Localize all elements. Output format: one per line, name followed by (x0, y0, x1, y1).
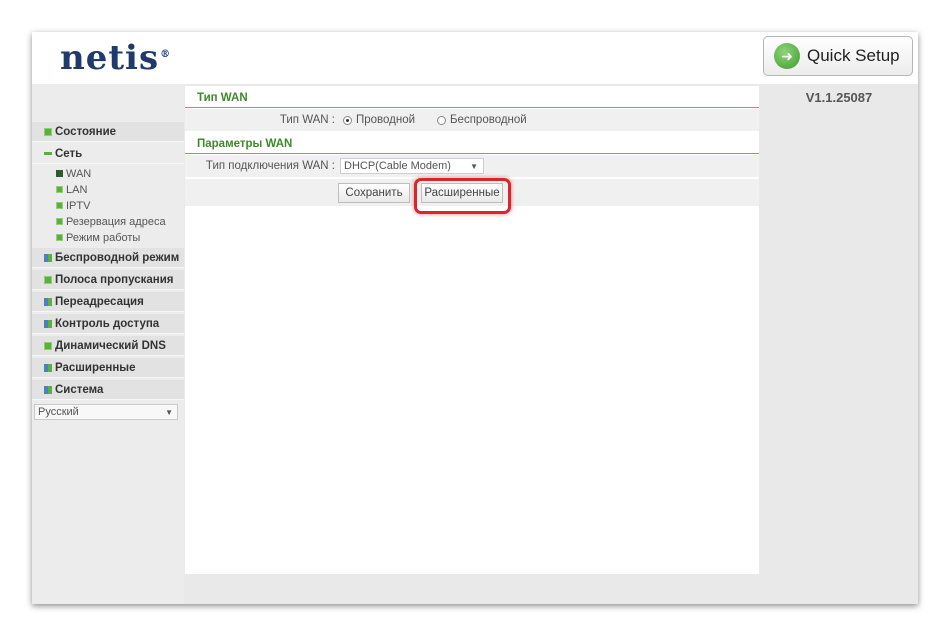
highlight-frame (414, 178, 511, 214)
radio-checked-icon (343, 115, 352, 125)
expand-icon (44, 319, 52, 328)
sidebar-item-label: Система (55, 383, 104, 396)
connection-type-value: DHCP(Cable Modem) (344, 160, 451, 172)
bullet-icon (56, 202, 63, 209)
quick-setup-icon: ➜ (774, 43, 800, 69)
netis-logo: netis® (60, 38, 171, 78)
sidebar-item-status[interactable]: Состояние (32, 122, 184, 142)
radio-label: Проводной (356, 114, 416, 126)
wan-type-row: Тип WAN : Проводной Беспроводной (185, 109, 759, 132)
header: netis® ➜ Quick Setup (32, 32, 918, 84)
right-panel: V1.1.25087 (760, 84, 918, 604)
expand-icon (44, 341, 52, 350)
sidebar-item-label: Состояние (55, 125, 117, 138)
sidebar-item-network[interactable]: Сеть (32, 144, 184, 164)
section-title-wan-type: Тип WAN (185, 88, 759, 108)
sidebar-item-advanced[interactable]: Расширенные (32, 358, 184, 378)
firmware-version: V1.1.25087 (805, 90, 873, 105)
sidebar-item-label: Сеть (55, 147, 83, 160)
sidebar-subitem-label: Резервация адреса (66, 215, 166, 228)
expand-icon (44, 385, 52, 394)
sidebar-item-label: Беспроводной режим (55, 251, 180, 264)
sidebar-item-ddns[interactable]: Динамический DNS (32, 336, 184, 356)
expand-icon (44, 297, 52, 306)
expand-icon (44, 275, 52, 284)
radio-label: Беспроводной (450, 114, 527, 126)
sidebar-item-bandwidth[interactable]: Полоса пропускания (32, 270, 184, 290)
bullet-icon (56, 218, 63, 225)
collapse-icon (44, 152, 52, 155)
sidebar-item-system[interactable]: Система (32, 380, 184, 400)
connection-type-select[interactable]: DHCP(Cable Modem) ▼ (340, 158, 484, 174)
sidebar-subitem-wan[interactable]: WAN (56, 166, 91, 181)
wan-type-label: Тип WAN : (279, 114, 335, 126)
router-admin-window: netis® ➜ Quick Setup Состояние Сеть WAN … (32, 32, 918, 604)
active-arrow-icon (56, 170, 63, 177)
expand-icon (44, 253, 52, 262)
registered-mark-icon: ® (160, 48, 172, 60)
quick-setup-label: Quick Setup (807, 46, 900, 65)
sidebar: Состояние Сеть WAN LAN IPTV Резервация а… (32, 84, 184, 604)
expand-icon (44, 363, 52, 372)
sidebar-subitem-lan[interactable]: LAN (56, 182, 87, 197)
sidebar-item-label: Расширенные (55, 361, 136, 374)
wan-type-wireless-radio[interactable]: Беспроводной (437, 114, 527, 126)
sidebar-subitem-operation-mode[interactable]: Режим работы (56, 230, 140, 245)
sidebar-subitem-label: WAN (66, 167, 92, 180)
section-title-wan-params: Параметры WAN (185, 134, 759, 154)
wan-connection-row: Тип подключения WAN : DHCP(Cable Modem) … (185, 155, 759, 178)
chevron-down-icon: ▼ (165, 407, 173, 417)
sidebar-item-label: Полоса пропускания (55, 273, 174, 286)
radio-unchecked-icon (437, 115, 446, 125)
sidebar-item-access-control[interactable]: Контроль доступа (32, 314, 184, 334)
language-value: Русский (38, 406, 79, 418)
logo-text: netis (60, 38, 160, 78)
sidebar-item-forwarding[interactable]: Переадресация (32, 292, 184, 312)
sidebar-subitem-address-reservation[interactable]: Резервация адреса (56, 214, 166, 229)
connection-type-label: Тип подключения WAN : (205, 160, 335, 172)
main-content: Тип WAN Тип WAN : Проводной Беспроводной… (185, 86, 759, 574)
sidebar-subitem-label: IPTV (66, 199, 91, 212)
sidebar-item-wireless[interactable]: Беспроводной режим (32, 248, 184, 268)
language-select[interactable]: Русский ▼ (34, 404, 178, 420)
bullet-icon (56, 234, 63, 241)
sidebar-subitem-iptv[interactable]: IPTV (56, 198, 90, 213)
bullet-icon (56, 186, 63, 193)
quick-setup-button[interactable]: ➜ Quick Setup (763, 36, 913, 76)
sidebar-subitem-label: Режим работы (66, 231, 141, 244)
sidebar-subitem-label: LAN (66, 183, 88, 196)
wan-type-wired-radio[interactable]: Проводной (343, 114, 415, 126)
sidebar-item-label: Динамический DNS (55, 339, 166, 352)
sidebar-item-label: Переадресация (55, 295, 144, 308)
sidebar-item-label: Контроль доступа (55, 317, 160, 330)
save-button[interactable]: Сохранить (338, 183, 410, 203)
buttons-row: Сохранить Расширенные (185, 178, 759, 214)
chevron-down-icon: ▼ (470, 161, 478, 171)
expand-icon (44, 127, 52, 136)
